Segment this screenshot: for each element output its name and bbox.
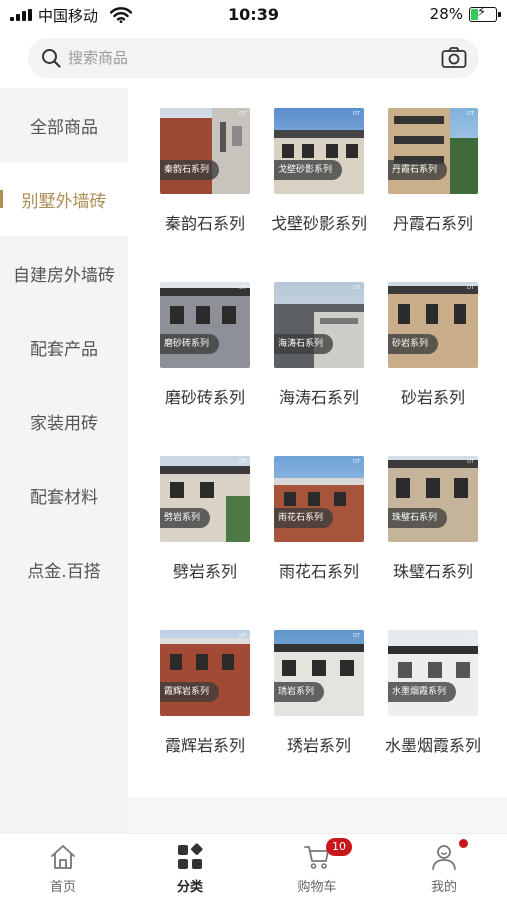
product-name: 磨砂砖系列 — [164, 388, 245, 407]
sidebar-item-home-tiles[interactable]: 家装用砖 — [0, 384, 128, 458]
sidebar-item-accessory-materials[interactable]: 配套材料 — [0, 458, 128, 532]
product-card[interactable]: DT 雨花石系列 雨花石系列 — [274, 456, 388, 586]
product-tag: 丹霞石系列 — [388, 160, 448, 180]
sidebar-item-label: 全部商品 — [30, 117, 98, 138]
product-name: 劈岩系列 — [172, 562, 237, 581]
product-image: DT 雨花石系列 — [274, 456, 364, 542]
product-name: 珠璧石系列 — [392, 562, 473, 581]
home-icon — [51, 845, 75, 869]
product-tag: 海涛石系列 — [274, 334, 334, 354]
product-card[interactable]: DT 珠璧石系列 珠璧石系列 — [388, 456, 502, 586]
product-image: DT 水墨烟霞系列 — [388, 630, 478, 716]
product-name: 秦韵石系列 — [164, 214, 245, 233]
product-card[interactable]: DT 砂岩系列 砂岩系列 — [388, 282, 502, 412]
product-image: DT 磨砂砖系列 — [160, 282, 250, 368]
sidebar-item-self-built-wall-tiles[interactable]: 自建房外墙砖 — [0, 236, 128, 310]
tab-label: 我的 — [430, 880, 457, 895]
product-image: DT 珠璧石系列 — [388, 456, 478, 542]
category-sidebar: 全部商品 别墅外墙砖 自建房外墙砖 配套产品 家装用砖 配套材料 点金.百搭 — [0, 88, 128, 833]
category-icon — [178, 843, 203, 869]
sidebar-item-accessory-products[interactable]: 配套产品 — [0, 310, 128, 384]
status-bar: 中国移动 10:39 28% ⚡ — [0, 0, 507, 30]
battery-percent: 28% — [429, 5, 463, 23]
product-tag: 戈壁砂影系列 — [274, 160, 343, 180]
product-tag: 珠璧石系列 — [388, 508, 448, 528]
sidebar-item-label: 自建房外墙砖 — [13, 265, 115, 286]
product-name: 戈壁砂影系列 — [270, 214, 367, 233]
product-tag: 秦韵石系列 — [160, 160, 220, 180]
product-image: DT 琇岩系列 — [274, 630, 364, 716]
product-image: DT 砂岩系列 — [388, 282, 478, 368]
search-input[interactable] — [68, 38, 428, 78]
sidebar-item-all-products[interactable]: 全部商品 — [0, 88, 128, 162]
product-tag: 霞辉岩系列 — [160, 682, 220, 702]
search-icon — [42, 49, 61, 68]
product-card[interactable]: DT 戈壁砂影系列 戈壁砂影系列 — [271, 108, 388, 238]
product-image: DT 劈岩系列 — [160, 456, 250, 542]
sidebar-item-label: 别墅外墙砖 — [21, 191, 107, 212]
product-card[interactable]: DT 磨砂砖系列 磨砂砖系列 — [160, 282, 274, 412]
product-name: 霞辉岩系列 — [164, 736, 245, 755]
profile-icon — [432, 845, 456, 870]
product-card[interactable]: DT 琇岩系列 琇岩系列 — [274, 630, 388, 760]
product-image: DT 海涛石系列 — [274, 282, 364, 368]
product-name: 海涛石系列 — [278, 388, 359, 407]
product-card[interactable]: DT 海涛石系列 海涛石系列 — [274, 282, 388, 412]
product-name: 琇岩系列 — [286, 736, 351, 755]
search-bar[interactable] — [28, 38, 479, 78]
sidebar-item-label: 配套产品 — [30, 339, 98, 360]
tab-cart[interactable]: 10 购物车 — [254, 834, 380, 900]
product-card[interactable]: DT 劈岩系列 劈岩系列 — [160, 456, 274, 586]
product-tag: 劈岩系列 — [160, 508, 211, 528]
tab-category[interactable]: 分类 — [127, 834, 253, 900]
grid-footer — [128, 797, 507, 833]
sidebar-item-label: 配套材料 — [30, 487, 98, 508]
battery-icon: ⚡ — [469, 5, 501, 22]
tab-profile[interactable]: 我的 — [381, 834, 507, 900]
sidebar-item-gold-versatile[interactable]: 点金.百搭 — [0, 532, 128, 606]
product-image: DT 戈壁砂影系列 — [274, 108, 364, 194]
product-image: DT 秦韵石系列 — [160, 108, 250, 194]
product-card[interactable]: DT 丹霞石系列 丹霞石系列 — [388, 108, 502, 238]
camera-icon[interactable] — [441, 46, 467, 70]
sidebar-item-villa-wall-tiles[interactable]: 别墅外墙砖 — [0, 162, 128, 236]
sidebar-item-label: 家装用砖 — [30, 413, 98, 434]
product-grid: DT 秦韵石系列 秦韵石系列 DT 戈壁砂影系列 戈壁砂影系列 DT 丹霞石系列… — [128, 88, 507, 833]
product-image: DT 丹霞石系列 — [388, 108, 478, 194]
product-tag: 雨花石系列 — [274, 508, 334, 528]
tab-home[interactable]: 首页 — [0, 834, 126, 900]
product-name: 雨花石系列 — [278, 562, 359, 581]
tab-label: 分类 — [176, 880, 203, 895]
product-tag: 磨砂砖系列 — [160, 334, 220, 354]
notification-dot — [459, 839, 468, 848]
product-tag: 水墨烟霞系列 — [388, 682, 457, 702]
product-card[interactable]: DT 水墨烟霞系列 水墨烟霞系列 — [385, 630, 502, 760]
product-name: 丹霞石系列 — [392, 214, 473, 233]
tab-label: 首页 — [49, 880, 76, 895]
cart-count-badge: 10 — [326, 838, 352, 856]
product-name: 水墨烟霞系列 — [384, 736, 481, 755]
product-tag: 琇岩系列 — [274, 682, 325, 702]
product-tag: 砂岩系列 — [388, 334, 439, 354]
sidebar-item-label: 点金.百搭 — [27, 561, 101, 582]
product-image: DT 霞辉岩系列 — [160, 630, 250, 716]
product-name: 砂岩系列 — [400, 388, 465, 407]
product-card[interactable]: DT 霞辉岩系列 霞辉岩系列 — [160, 630, 274, 760]
bottom-tab-bar: 首页 分类 10 购物车 我的 — [0, 833, 507, 900]
tab-label: 购物车 — [297, 880, 337, 895]
product-card[interactable]: DT 秦韵石系列 秦韵石系列 — [160, 108, 274, 238]
